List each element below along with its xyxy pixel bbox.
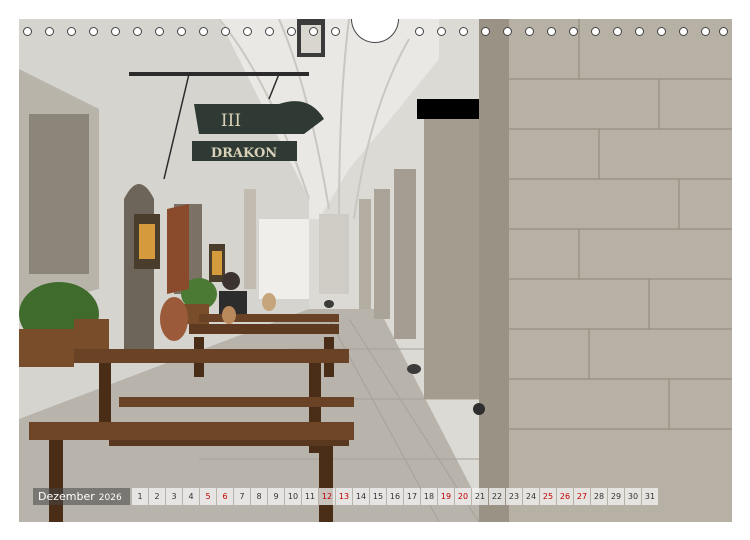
day-cell: 10 [285,488,301,505]
arcade-photo-illustration: III DRAKON [19,19,732,522]
binding-hole [67,27,76,36]
day-cell: 24 [523,488,539,505]
binding-hole [331,27,340,36]
day-cell: 30 [625,488,641,505]
binding-hole [657,27,666,36]
day-cell: 9 [268,488,284,505]
binding-hole [89,27,98,36]
day-cell: 13 [336,488,352,505]
binding-hole [221,27,230,36]
day-cells: 1 2 3 4 5 6 7 8 9 10 11 12 13 14 15 16 17 18 19 20 21 22 23 24 2… [132,488,658,505]
day-cell: 6 [217,488,233,505]
day-cell: 4 [183,488,199,505]
day-cell: 2 [149,488,165,505]
binding-hole [23,27,32,36]
binding-hole [525,27,534,36]
binding-hole [133,27,142,36]
binding-hole [415,27,424,36]
binding-hole [481,27,490,36]
binding-hole [111,27,120,36]
binding-hole [701,27,710,36]
binding-hole [243,27,252,36]
year-label: 2026 [98,493,122,503]
binding-hole [265,27,274,36]
calendar-photo: III DRAKON [19,19,732,522]
binding-hole [437,27,446,36]
binding-hole [719,27,728,36]
calendar-strip: Dezember 2026 1 2 3 4 5 6 7 8 9 10 11 12 13 14 15 16 17 18… [33,488,717,505]
binding-hole [679,27,688,36]
month-label: Dezember 2026 [33,488,130,505]
binding-hole [45,27,54,36]
day-cell: 11 [302,488,318,505]
day-cell: 18 [421,488,437,505]
day-cell: 26 [557,488,573,505]
binding-hole [155,27,164,36]
day-cell: 7 [234,488,250,505]
day-cell: 31 [642,488,658,505]
binding-hole [591,27,600,36]
binding-hole [503,27,512,36]
day-cell: 14 [353,488,369,505]
binding-hole [199,27,208,36]
day-cell: 25 [540,488,556,505]
day-cell: 20 [455,488,471,505]
sign-number: III [221,111,241,131]
binding-hole [177,27,186,36]
day-cell: 12 [319,488,335,505]
day-cell: 16 [387,488,403,505]
binding-hole [613,27,622,36]
day-cell: 17 [404,488,420,505]
calendar-page: III DRAKON Dezember 2026 1 2 3 4 5 6 7 8… [0,0,750,540]
day-cell: 5 [200,488,216,505]
day-cell: 28 [591,488,607,505]
month-name: Dezember [38,490,95,503]
day-cell: 21 [472,488,488,505]
day-cell: 23 [506,488,522,505]
binding-hole [287,27,296,36]
sign-name: DRAKON [211,146,277,161]
binding-hole [569,27,578,36]
binding-hole [635,27,644,36]
binding-hole [459,27,468,36]
day-cell: 29 [608,488,624,505]
day-cell: 15 [370,488,386,505]
binding-hole [309,27,318,36]
binding-hole [547,27,556,36]
day-cell: 27 [574,488,590,505]
day-cell: 8 [251,488,267,505]
day-cell: 19 [438,488,454,505]
day-cell: 22 [489,488,505,505]
day-cell: 3 [166,488,182,505]
day-cell: 1 [132,488,148,505]
